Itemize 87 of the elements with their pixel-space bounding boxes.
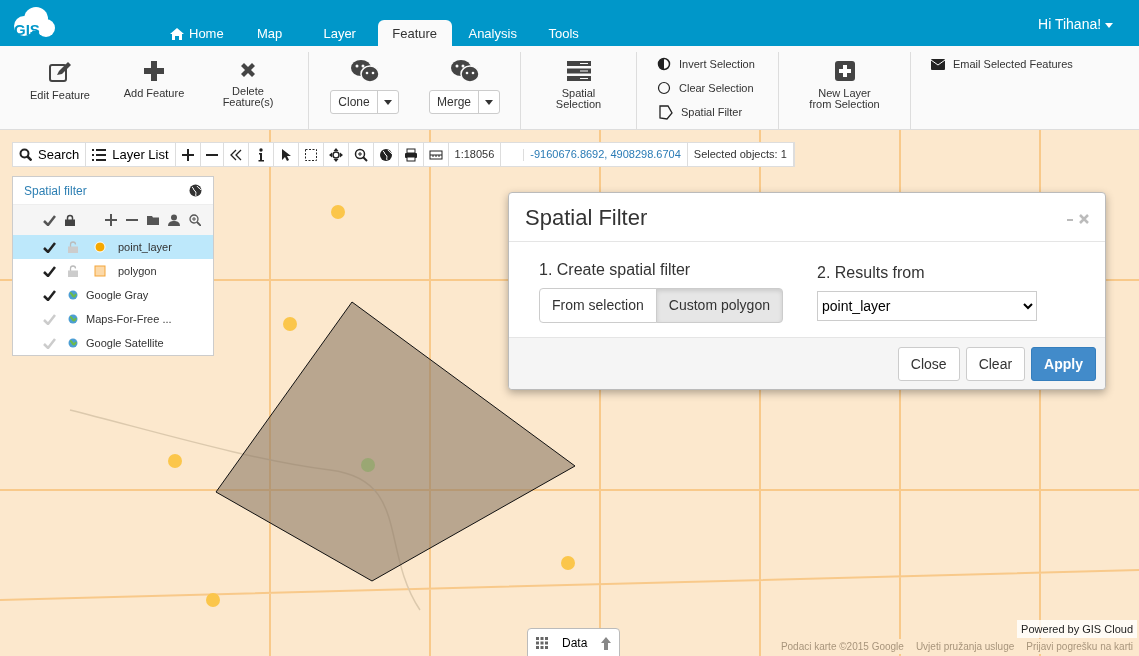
layer-row[interactable]: Maps-For-Free ... bbox=[13, 307, 213, 331]
edit-icon bbox=[48, 60, 72, 84]
folder-button[interactable] bbox=[147, 214, 159, 226]
circle-icon bbox=[657, 81, 671, 95]
mode-toggle[interactable]: Custom polygon bbox=[655, 288, 783, 323]
panel-title: Spatial filter bbox=[24, 182, 87, 200]
chat-bubbles-icon bbox=[349, 58, 380, 84]
pentagon-icon bbox=[657, 104, 673, 120]
copyright-text: Podaci karte ©2015 Google bbox=[780, 640, 904, 654]
caret-icon bbox=[383, 100, 392, 106]
caret-icon bbox=[485, 100, 493, 106]
split-button[interactable]: Clone bbox=[330, 90, 399, 114]
add-box-icon bbox=[833, 60, 856, 82]
layer-name: Google Satellite bbox=[86, 335, 164, 351]
point-marker bbox=[331, 205, 345, 219]
user-icon bbox=[168, 214, 180, 226]
folder-icon bbox=[147, 214, 159, 226]
ribbon-button[interactable]: Edit Feature bbox=[21, 58, 99, 130]
half-circle-icon bbox=[657, 57, 671, 71]
point-marker bbox=[283, 317, 297, 331]
chat-bubbles-icon bbox=[449, 58, 480, 84]
layer-select[interactable]: point_layer bbox=[817, 291, 1037, 321]
zoom-icon bbox=[353, 147, 368, 162]
zoom-in-icon bbox=[180, 147, 195, 162]
ribbon-link[interactable]: Spatial Filter bbox=[653, 100, 772, 124]
point-symbol-icon bbox=[94, 241, 106, 253]
dialog-button[interactable]: Close bbox=[897, 346, 960, 381]
list-icon bbox=[92, 148, 107, 161]
add-icon bbox=[105, 214, 117, 226]
ribbon-button[interactable]: Spatial Selection bbox=[539, 58, 618, 130]
nav-tab[interactable]: Feature bbox=[377, 19, 452, 46]
layer-name: Maps-For-Free ... bbox=[86, 311, 172, 327]
add-button[interactable] bbox=[105, 214, 117, 226]
globe-icon bbox=[378, 147, 393, 162]
check-icon bbox=[43, 214, 56, 226]
dialog-button[interactable]: Clear bbox=[965, 346, 1026, 381]
point-marker bbox=[361, 458, 375, 472]
ruler-icon bbox=[428, 147, 443, 162]
print-icon bbox=[403, 147, 418, 162]
point-marker bbox=[168, 454, 182, 468]
ribbon-link[interactable]: Clear Selection bbox=[653, 76, 772, 100]
layer-name: Google Gray bbox=[86, 287, 149, 303]
dialog-button[interactable]: Apply bbox=[1031, 346, 1096, 381]
dialog-title: Spatial Filter bbox=[525, 203, 648, 232]
collapse-icon bbox=[228, 147, 243, 162]
close-icon bbox=[1079, 213, 1089, 224]
layer-row[interactable]: polygon bbox=[13, 259, 213, 283]
layer-name: polygon bbox=[118, 263, 157, 279]
server-stack-icon bbox=[565, 60, 592, 82]
step-label: 2. Results from bbox=[817, 263, 926, 283]
zoom-out-icon bbox=[205, 153, 218, 156]
polygon-symbol-icon bbox=[94, 265, 106, 277]
point-marker bbox=[206, 593, 220, 607]
caret-icon bbox=[1105, 22, 1113, 28]
arrow-up-icon bbox=[601, 636, 612, 650]
mode-toggle[interactable]: From selection bbox=[539, 288, 657, 323]
ribbon-link[interactable]: Invert Selection bbox=[653, 52, 772, 76]
search-icon bbox=[19, 148, 32, 161]
globe-icon bbox=[68, 290, 78, 300]
ribbon-button[interactable]: Delete Feature(s) bbox=[209, 58, 287, 130]
ribbon-button[interactable]: Add Feature bbox=[115, 58, 193, 130]
plus-icon bbox=[143, 60, 165, 82]
ribbon-button[interactable]: New Layer from Selection bbox=[805, 58, 884, 130]
unlock-icon bbox=[68, 241, 78, 253]
grid-icon bbox=[536, 637, 548, 649]
layer-row[interactable]: Google Satellite bbox=[13, 331, 213, 355]
layer-row[interactable]: Google Gray bbox=[13, 283, 213, 307]
user-button[interactable] bbox=[168, 214, 180, 226]
unlock-icon bbox=[68, 265, 78, 277]
zoom-button[interactable] bbox=[189, 214, 201, 226]
ribbon-link[interactable]: Email Selected Features bbox=[927, 52, 1133, 76]
globe-icon bbox=[68, 314, 78, 324]
point-marker bbox=[561, 556, 575, 570]
layer-row[interactable]: point_layer bbox=[13, 235, 213, 259]
globe-icon bbox=[68, 338, 78, 348]
coordinates-text: -9160676.8692, 4908298.6704 bbox=[528, 143, 688, 166]
lock-icon bbox=[65, 214, 75, 226]
envelope-icon bbox=[931, 58, 945, 70]
globe-icon bbox=[189, 184, 202, 197]
box-select-icon bbox=[303, 147, 318, 162]
split-button[interactable]: Merge bbox=[429, 90, 500, 114]
home-icon bbox=[170, 28, 184, 41]
pan-icon bbox=[328, 147, 343, 162]
data-tab[interactable]: Data bbox=[527, 628, 621, 656]
zoom-icon bbox=[189, 214, 201, 226]
layer-name: point_layer bbox=[118, 239, 172, 255]
step-label: 1. Create spatial filter bbox=[539, 260, 692, 280]
